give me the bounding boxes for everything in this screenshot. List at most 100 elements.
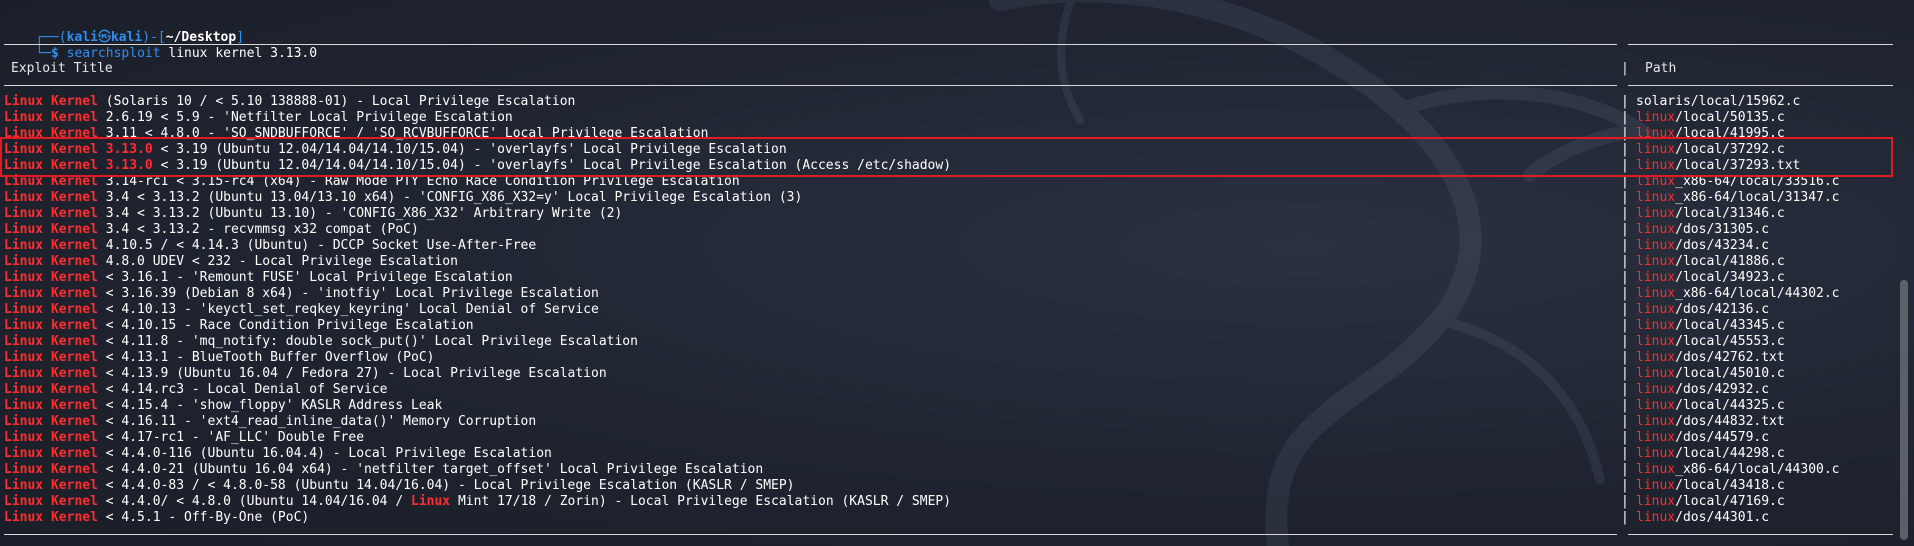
keyword-match: Linux Kernel: [4, 94, 98, 109]
path-rest: /dos/44301.c: [1675, 510, 1770, 525]
column-separator: |: [1621, 510, 1629, 525]
column-separator: |: [1621, 430, 1629, 445]
table-bottom-rule-right: [1628, 534, 1893, 535]
path-platform: linux: [1636, 254, 1676, 269]
exploit-title: Linux Kernel 4.8.0 UDEV < 232 - Local Pr…: [4, 254, 458, 270]
path-rest: /local/31346.c: [1675, 206, 1785, 221]
keyword-match: Linux Kernel: [4, 382, 98, 397]
table-row: Linux Kernel < 4.4.0-116 (Ubuntu 16.04.4…: [0, 446, 1914, 462]
path-platform: linux: [1636, 446, 1676, 461]
exploit-path[interactable]: linux/local/43418.c: [1636, 478, 1785, 494]
column-separator: |: [1621, 446, 1629, 461]
header-top-rule-left: [4, 44, 1617, 45]
table-row: Linux Kernel (Solaris 10 / < 5.10 138888…: [0, 94, 1914, 110]
path-rest: /dos/31305.c: [1675, 222, 1770, 237]
path-rest: /dos/42932.c: [1675, 382, 1770, 397]
exploit-path[interactable]: solaris/local/15962.c: [1636, 94, 1800, 110]
path-platform: linux: [1636, 222, 1676, 237]
exploit-path[interactable]: linux/dos/43234.c: [1636, 238, 1769, 254]
column-separator: |: [1621, 270, 1629, 285]
column-separator: |: [1621, 238, 1629, 253]
keyword-match: Linux Kernel: [4, 110, 98, 125]
exploit-title: Linux Kernel < 4.17-rc1 - 'AF_LLC' Doubl…: [4, 430, 364, 446]
exploit-path[interactable]: linux/local/44298.c: [1636, 446, 1785, 462]
column-separator: |: [1621, 302, 1629, 317]
path-rest: /local/15962.c: [1690, 94, 1801, 109]
path-platform: linux: [1636, 494, 1676, 509]
keyword-match: Linux Kernel: [4, 286, 98, 301]
title-text: (Solaris 10 / < 5.10 138888-01) - Local …: [97, 94, 576, 109]
exploit-title: Linux Kernel < 4.13.9 (Ubuntu 16.04 / Fe…: [4, 366, 607, 382]
table-row: Linux Kernel < 3.16.39 (Debian 8 x64) - …: [0, 286, 1914, 302]
path-rest: /local/44325.c: [1675, 398, 1785, 413]
exploit-path[interactable]: linux/dos/44579.c: [1636, 430, 1769, 446]
path-platform: linux: [1636, 350, 1676, 365]
header-top-rule-right: [1628, 44, 1893, 45]
exploit-path[interactable]: linux/local/31346.c: [1636, 206, 1785, 222]
exploit-title: Linux Kernel < 4.4.0/ < 4.8.0 (Ubuntu 14…: [4, 494, 951, 510]
path-rest: /local/41886.c: [1675, 254, 1785, 269]
title-text: < 3.16.39 (Debian 8 x64) - 'inotfiy' Loc…: [97, 286, 599, 301]
keyword-match: Linux Kernel: [4, 238, 98, 253]
exploit-path[interactable]: linux/local/50135.c: [1636, 110, 1785, 126]
exploit-title: Linux Kernel < 4.10.13 - 'keyctl_set_req…: [4, 302, 599, 318]
table-row: Linux Kernel 3.4 < 3.13.2 (Ubuntu 13.04/…: [0, 190, 1914, 206]
path-platform: linux: [1636, 270, 1676, 285]
column-separator: |: [1621, 318, 1629, 333]
path-rest: /dos/44579.c: [1675, 430, 1770, 445]
keyword-match: Linux Kernel: [4, 446, 98, 461]
table-row: Linux Kernel < 4.16.11 - 'ext4_read_inli…: [0, 414, 1914, 430]
exploit-path[interactable]: linux/dos/42136.c: [1636, 302, 1769, 318]
table-row: Linux Kernel < 4.15.4 - 'show_floppy' KA…: [0, 398, 1914, 414]
path-platform: linux: [1636, 334, 1676, 349]
exploit-path[interactable]: linux/dos/44301.c: [1636, 510, 1769, 526]
terminal-window[interactable]: ┌──(kali㉿kali)-[~/Desktop] └─$ searchspl…: [0, 0, 1914, 546]
exploit-path[interactable]: linux/local/44325.c: [1636, 398, 1785, 414]
exploit-path[interactable]: linux/dos/42932.c: [1636, 382, 1769, 398]
exploit-title: Linux Kernel < 4.13.1 - BlueTooth Buffer…: [4, 350, 434, 366]
keyword-match: Linux Kernel: [4, 478, 98, 493]
title-text: Mint 17/18 / Zorin) - Local Privilege Es…: [450, 494, 952, 509]
column-separator: |: [1621, 494, 1629, 509]
exploit-path[interactable]: linux/local/47169.c: [1636, 494, 1785, 510]
exploit-path[interactable]: linux/local/43345.c: [1636, 318, 1785, 334]
exploit-path[interactable]: linux/local/45010.c: [1636, 366, 1785, 382]
col-path-header: Path: [1645, 61, 1677, 76]
exploit-title: Linux Kernel 3.4 < 3.13.2 - recvmmsg x32…: [4, 222, 419, 238]
keyword-match: Linux Kernel: [4, 334, 98, 349]
table-row: Linux Kernel < 4.4.0/ < 4.8.0 (Ubuntu 14…: [0, 494, 1914, 510]
exploit-title: Linux kernel < 4.10.15 - Race Condition …: [4, 318, 474, 334]
command-name: searchsploit: [66, 46, 161, 61]
col-title-header: Exploit Title: [11, 61, 113, 76]
title-text: < 4.5.1 - Off-By-One (PoC): [97, 510, 310, 525]
path-rest: _x86-64/local/44302.c: [1675, 286, 1840, 301]
keyword-match: Linux Kernel: [4, 350, 98, 365]
keyword-match: Linux Kernel: [4, 302, 98, 317]
exploit-path[interactable]: linux/dos/31305.c: [1636, 222, 1769, 238]
path-rest: /dos/43234.c: [1675, 238, 1770, 253]
column-separator: |: [1621, 366, 1629, 381]
table-row: Linux Kernel < 4.13.9 (Ubuntu 16.04 / Fe…: [0, 366, 1914, 382]
exploit-title: Linux Kernel < 3.16.39 (Debian 8 x64) - …: [4, 286, 599, 302]
table-row: Linux Kernel < 4.4.0-21 (Ubuntu 16.04 x6…: [0, 462, 1914, 478]
header-bottom-rule-right: [1628, 85, 1893, 86]
exploit-path[interactable]: linux_x86-64/local/31347.c: [1636, 190, 1840, 206]
exploit-path[interactable]: linux_x86-64/local/44300.c: [1636, 462, 1840, 478]
column-separator: |: [1621, 382, 1629, 397]
exploit-path[interactable]: linux/dos/42762.txt: [1636, 350, 1785, 366]
table-row: Linux Kernel < 3.16.1 - 'Remount FUSE' L…: [0, 270, 1914, 286]
keyword-match: Linux Kernel: [4, 462, 98, 477]
column-separator: |: [1621, 398, 1629, 413]
exploit-path[interactable]: linux_x86-64/local/44302.c: [1636, 286, 1840, 302]
path-platform: linux: [1636, 478, 1676, 493]
path-rest: /dos/44832.txt: [1675, 414, 1785, 429]
exploit-path[interactable]: linux/dos/44832.txt: [1636, 414, 1785, 430]
path-platform: linux: [1636, 238, 1676, 253]
keyword-match: Linux Kernel: [4, 270, 98, 285]
exploit-path[interactable]: linux/local/41886.c: [1636, 254, 1785, 270]
exploit-path[interactable]: linux/local/34923.c: [1636, 270, 1785, 286]
exploit-path[interactable]: linux/local/45553.c: [1636, 334, 1785, 350]
scrollbar[interactable]: [1900, 280, 1908, 540]
title-text: < 4.4.0-116 (Ubuntu 16.04.4) - Local Pri…: [97, 446, 552, 461]
keyword-match: Linux Kernel: [4, 414, 98, 429]
